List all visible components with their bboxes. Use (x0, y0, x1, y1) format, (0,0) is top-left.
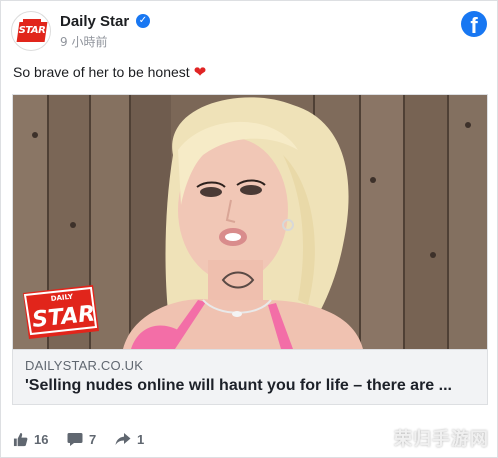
link-headline[interactable]: 'Selling nudes online will haunt you for… (25, 377, 483, 395)
share-arrow-icon (115, 433, 131, 445)
site-watermark: 荣归手游网 (394, 429, 489, 450)
post-message-text: So brave of her to be honest (13, 64, 190, 80)
post-header: STAR Daily Star ✓ 9 小時前 f (11, 9, 487, 51)
like-action[interactable]: 16 (13, 429, 48, 449)
post-timestamp[interactable]: 9 小時前 (60, 33, 107, 50)
heart-emoji-icon: ❤ (193, 64, 207, 81)
verified-badge-icon: ✓ (136, 14, 150, 28)
share-count: 1 (137, 431, 145, 447)
link-preview-meta[interactable]: DAILYSTAR.CO.UK 'Selling nudes online wi… (13, 349, 487, 404)
link-preview-card[interactable]: DAILY STAR DAILYSTAR.CO.UK 'Selling nude… (12, 94, 488, 405)
comment-action[interactable]: 7 (67, 429, 96, 449)
link-preview-image[interactable]: DAILY STAR (13, 95, 487, 349)
page-avatar[interactable]: STAR (11, 11, 51, 51)
share-action[interactable]: 1 (115, 429, 144, 449)
link-domain: DAILYSTAR.CO.UK (25, 358, 144, 373)
page-name-link[interactable]: Daily Star (60, 13, 129, 30)
thumbs-up-icon (13, 432, 28, 446)
preview-photo-illustration: DAILY STAR (13, 95, 487, 349)
like-count: 16 (34, 431, 49, 447)
comment-bubble-icon (67, 432, 83, 446)
post-message: So brave of her to be honest ❤ (13, 63, 206, 81)
comment-count: 7 (89, 431, 97, 447)
facebook-logo-icon[interactable]: f (461, 11, 487, 37)
facebook-post: STAR Daily Star ✓ 9 小時前 f So brave of he… (0, 0, 498, 458)
avatar-logo-text: STAR (18, 25, 46, 36)
